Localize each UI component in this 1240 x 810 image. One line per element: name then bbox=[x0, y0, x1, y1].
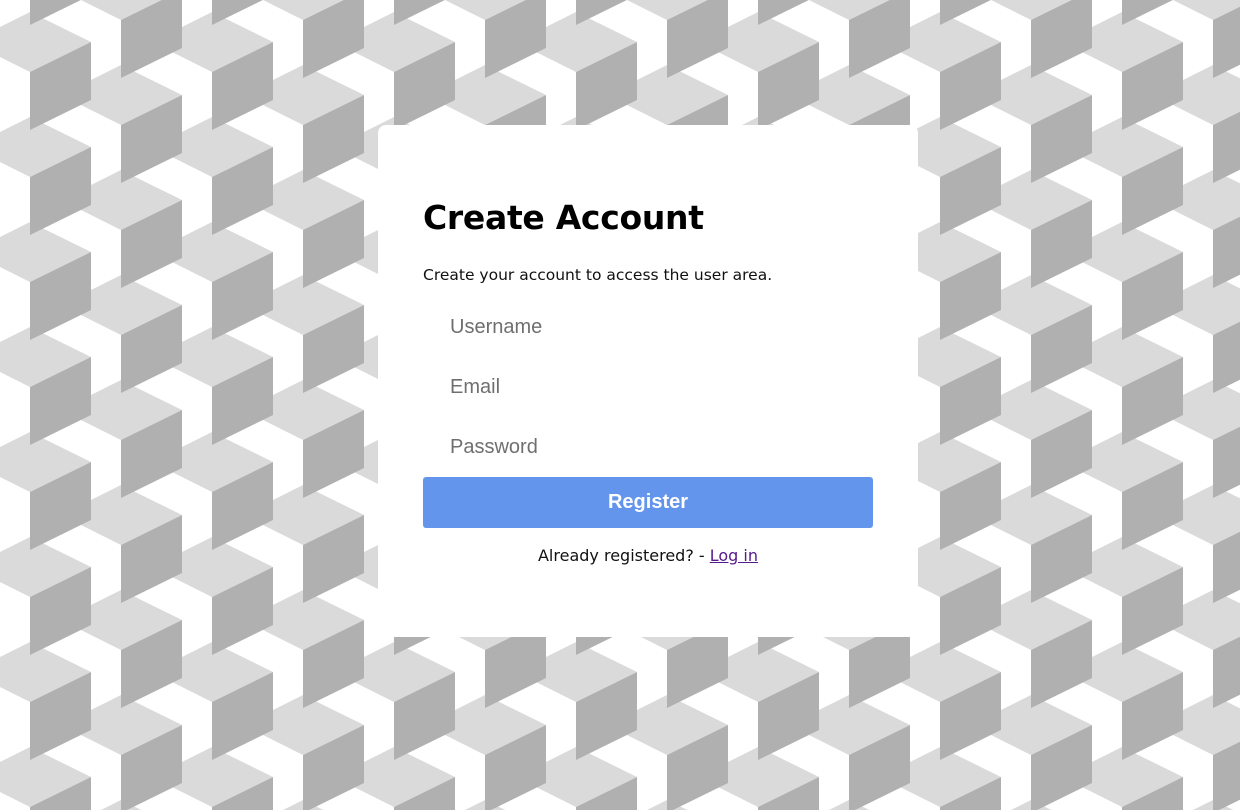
email-input[interactable] bbox=[423, 357, 873, 417]
page-title: Create Account bbox=[423, 198, 704, 237]
login-prompt-text: Already registered? - bbox=[537, 546, 710, 565]
login-link[interactable]: Log in bbox=[710, 546, 758, 565]
form-fields bbox=[423, 297, 873, 477]
create-account-card: Create Account Create your account to ac… bbox=[378, 125, 918, 637]
username-input[interactable] bbox=[423, 297, 873, 357]
register-button[interactable]: Register bbox=[423, 477, 873, 528]
password-input[interactable] bbox=[423, 417, 873, 477]
form-subtitle: Create your account to access the user a… bbox=[423, 266, 773, 284]
login-prompt: Already registered? - Log in bbox=[423, 546, 873, 565]
